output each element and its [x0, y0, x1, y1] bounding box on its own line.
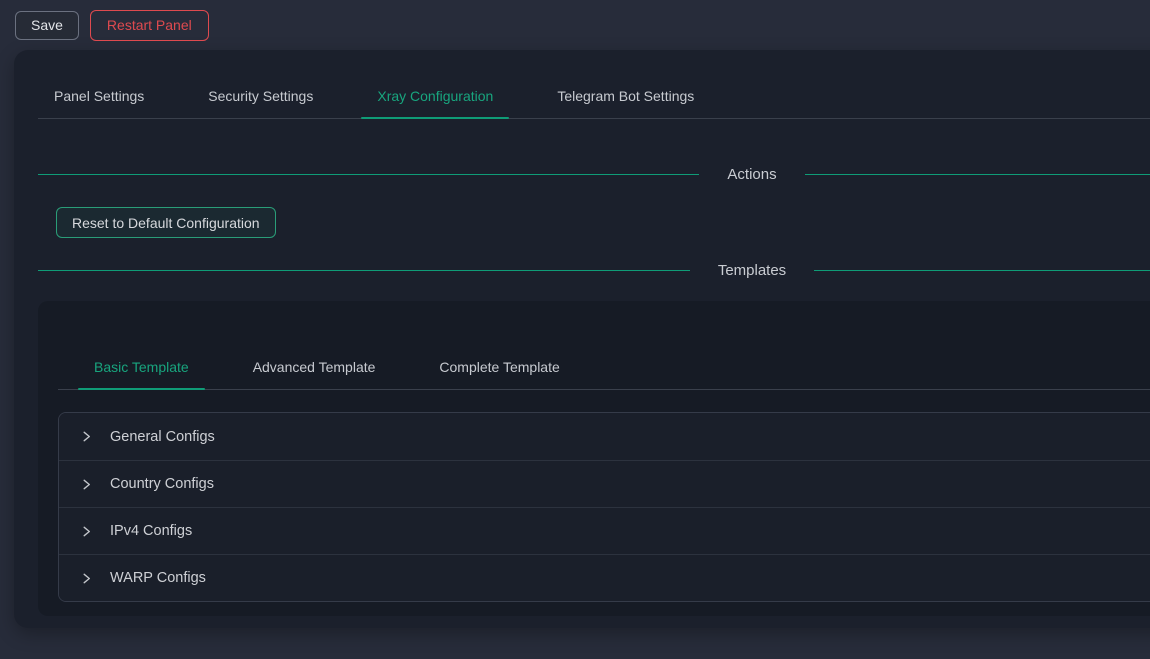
divider-line [38, 174, 699, 175]
chevron-right-icon [80, 430, 93, 443]
xray-configuration-panel: Actions Reset to Default Configuration T… [14, 160, 1150, 616]
chevron-right-icon [80, 478, 93, 491]
save-button[interactable]: Save [15, 11, 79, 40]
templates-card: Basic Template Advanced Template Complet… [38, 301, 1150, 616]
templates-divider-label: Templates [690, 262, 814, 279]
collapse-header-country-configs[interactable]: Country Configs [59, 460, 1150, 507]
collapse-header-ipv4-configs[interactable]: IPv4 Configs [59, 507, 1150, 554]
settings-card: Panel Settings Security Settings Xray Co… [14, 50, 1150, 628]
actions-divider: Actions [38, 160, 1150, 188]
config-collapse-list: General Configs Country Configs IPv4 Con… [58, 412, 1150, 602]
collapse-label: IPv4 Configs [110, 523, 192, 539]
divider-line [38, 270, 690, 271]
chevron-right-icon [80, 572, 93, 585]
templates-tabbar: Basic Template Advanced Template Complet… [58, 345, 1150, 390]
actions-divider-label: Actions [699, 166, 804, 183]
tab-complete-template[interactable]: Complete Template [423, 345, 575, 389]
tab-panel-settings[interactable]: Panel Settings [38, 74, 160, 118]
divider-line [814, 270, 1150, 271]
tab-telegram-bot-settings[interactable]: Telegram Bot Settings [541, 74, 710, 118]
settings-tabbar: Panel Settings Security Settings Xray Co… [38, 74, 1150, 119]
collapse-header-general-configs[interactable]: General Configs [59, 413, 1150, 460]
top-toolbar: Save Restart Panel [0, 0, 1150, 50]
tab-advanced-template[interactable]: Advanced Template [237, 345, 392, 389]
divider-line [805, 174, 1150, 175]
tab-security-settings[interactable]: Security Settings [192, 74, 329, 118]
collapse-label: General Configs [110, 429, 215, 445]
collapse-label: Country Configs [110, 476, 214, 492]
restart-panel-button[interactable]: Restart Panel [90, 10, 209, 41]
templates-divider: Templates [38, 256, 1150, 284]
collapse-label: WARP Configs [110, 570, 206, 586]
collapse-header-warp-configs[interactable]: WARP Configs [59, 554, 1150, 601]
tab-xray-configuration[interactable]: Xray Configuration [361, 74, 509, 118]
reset-to-default-button[interactable]: Reset to Default Configuration [56, 207, 276, 238]
tab-basic-template[interactable]: Basic Template [78, 345, 205, 389]
chevron-right-icon [80, 525, 93, 538]
